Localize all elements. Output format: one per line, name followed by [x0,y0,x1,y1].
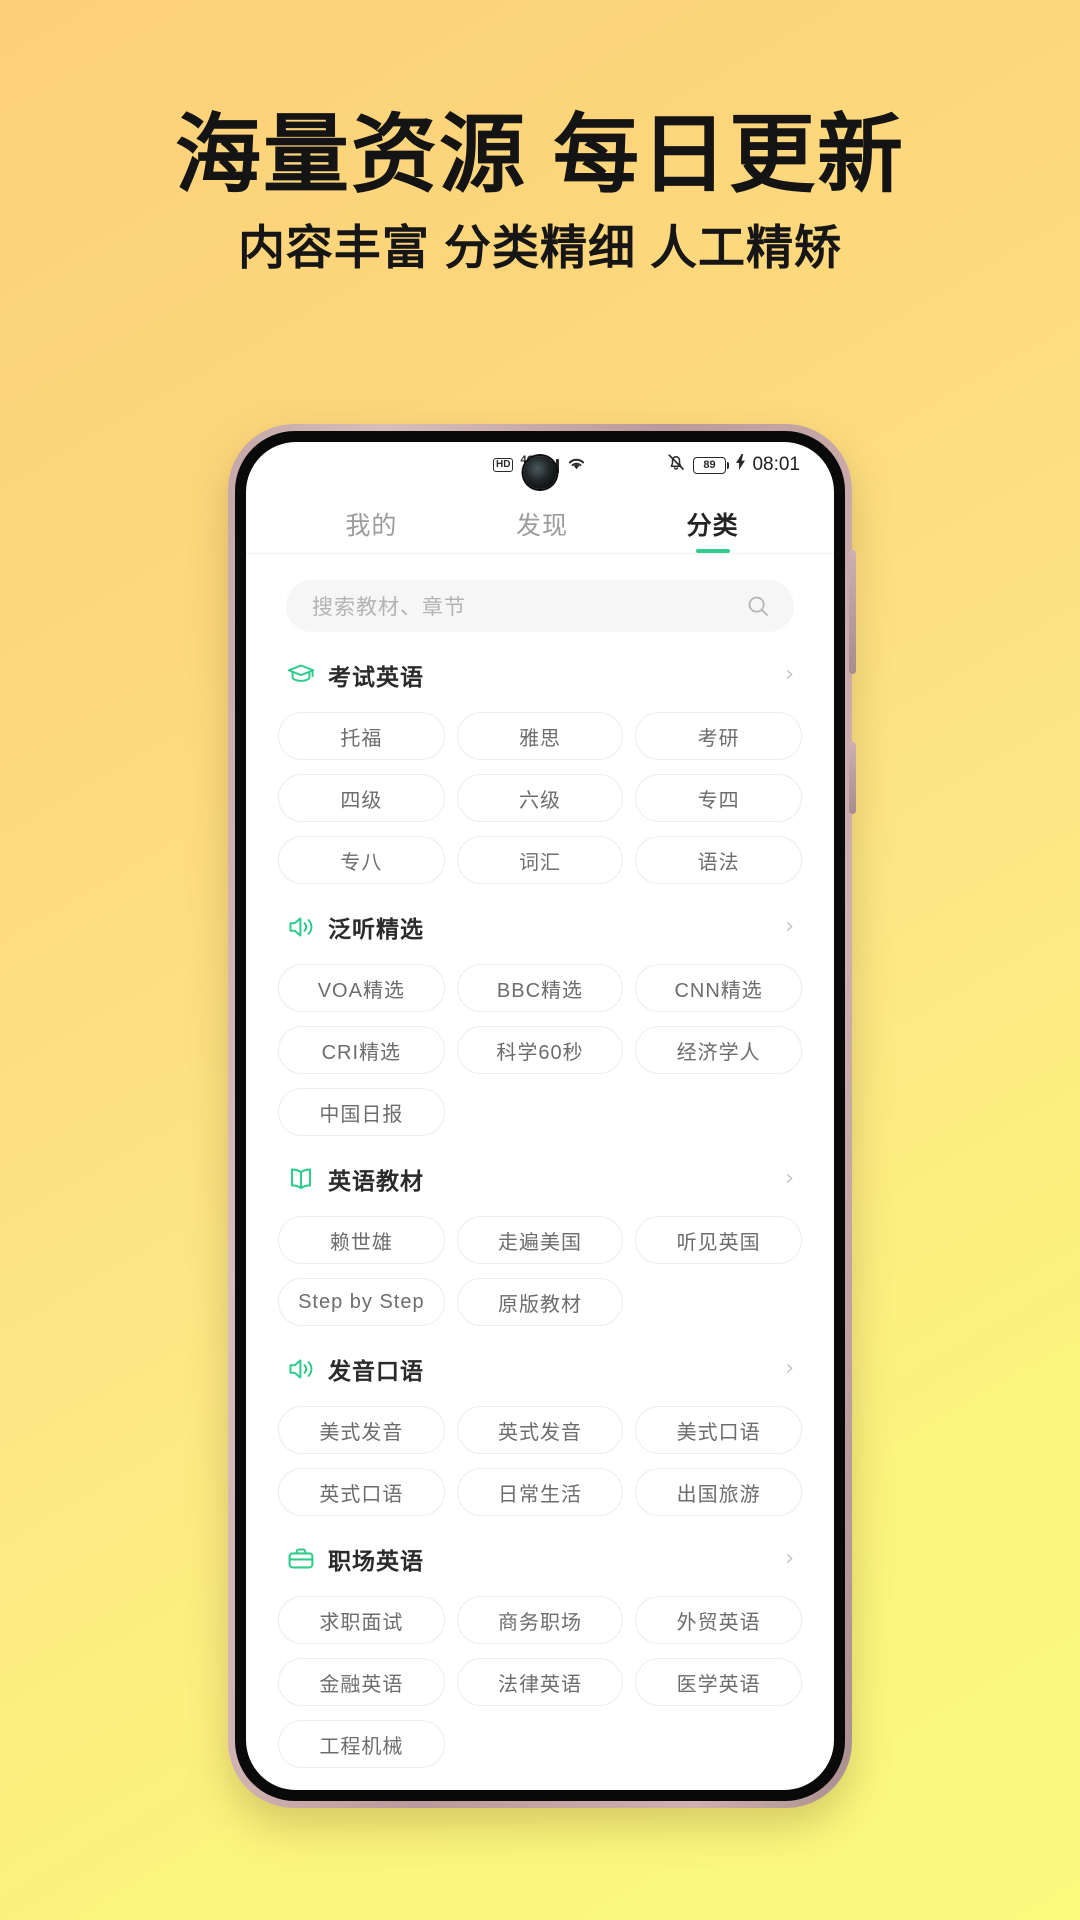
search-bar[interactable]: 搜索教材、章节 [286,580,794,632]
chevron-right-icon[interactable]: › [785,1168,794,1190]
category-chip[interactable]: 赖世雄 [278,1216,445,1264]
category-chip[interactable]: 中国日报 [278,1088,445,1136]
chip-grid: VOA精选 BBC精选 CNN精选 CRI精选 科学60秒 经济学人中国日报 [278,964,802,1136]
hd-icon: HD [493,458,514,472]
speaker-icon [286,1354,316,1384]
phone-screen: HD 4G [246,442,834,1790]
battery-icon: 89 [692,456,730,474]
status-bar-right: 89 08:01 [666,452,800,478]
category-chip[interactable]: Step by Step [278,1278,445,1326]
top-tab-bar: 我的 发现 分类 [246,488,834,554]
search-input-placeholder[interactable]: 搜索教材、章节 [312,591,746,621]
category-chip[interactable]: 工程机械 [278,1720,445,1768]
tab-category-label: 分类 [686,512,739,540]
category-section: 泛听精选 › VOA精选 BBC精选 CNN精选 CRI精选 科学60秒 经济学人中国日报 [278,908,802,1136]
chip-grid: 美式发音 英式发音 美式口语英式口语 日常生活 出国旅游 [278,1406,802,1516]
chip-grid: 求职面试 商务职场 外贸英语金融英语 法律英语 医学英语工程机械 [278,1596,802,1768]
status-bar: HD 4G [246,442,834,489]
tab-category[interactable]: 分类 [627,506,798,553]
category-chip[interactable]: 走遍美国 [456,1216,624,1264]
category-chip[interactable]: 医学英语 [635,1658,802,1706]
chevron-right-icon[interactable]: › [785,1358,794,1380]
category-scroll-area[interactable]: 搜索教材、章节 考试英语 › 托福 雅思 考研四级 六级 专四专八 词汇 语法泛听精选 › VOA精… [246,554,834,1790]
category-chip[interactable]: BBC精选 [456,964,624,1012]
category-sections: 考试英语 › 托福 雅思 考研四级 六级 专四专八 词汇 语法泛听精选 › VOA精选 BBC精选 CN… [278,656,802,1790]
category-chip[interactable]: 听见英国 [635,1216,802,1264]
section-header[interactable]: 考试英语 › [278,656,802,694]
category-chip[interactable]: 专八 [278,836,445,884]
category-chip[interactable]: 雅思 [456,712,624,760]
battery-level: 89 [692,456,726,474]
promo-banner: 海量资源 每日更新 内容丰富 分类精细 人工精矫 [0,0,1080,271]
book-icon [286,1164,316,1194]
section-title: 职场英语 [328,1548,424,1574]
category-chip[interactable]: CRI精选 [278,1026,445,1074]
tab-mine-label: 我的 [345,512,398,540]
section-header[interactable]: 职场英语 › [278,1540,802,1578]
volume-button[interactable] [849,550,856,674]
category-chip[interactable]: 美式口语 [635,1406,802,1454]
category-chip[interactable]: 科学60秒 [456,1026,624,1074]
chevron-right-icon[interactable]: › [785,1548,794,1570]
category-chip[interactable]: 日常生活 [456,1468,624,1516]
category-chip[interactable]: 原版教材 [456,1278,624,1326]
category-section: 考试英语 › 托福 雅思 考研四级 六级 专四专八 词汇 语法 [278,656,802,884]
section-header[interactable]: 发音口语 › [278,1350,802,1388]
mute-bell-icon [666,452,686,478]
front-camera [523,456,557,489]
clock-time: 08:01 [752,454,800,475]
category-chip[interactable]: 专四 [635,774,802,822]
graduation-cap-icon [286,660,316,690]
category-chip[interactable]: 法律英语 [456,1658,624,1706]
section-title: 泛听精选 [328,916,424,942]
category-chip[interactable]: 经济学人 [635,1026,802,1074]
search-icon[interactable] [746,594,770,618]
chevron-right-icon[interactable]: › [785,664,794,686]
power-button[interactable] [849,742,856,814]
chip-grid: 赖世雄 走遍美国 听见英国 Step by Step 原版教材 [278,1216,802,1326]
phone-mockup: HD 4G [228,424,856,1808]
tab-mine[interactable]: 我的 [286,506,457,553]
category-chip[interactable]: 语法 [635,836,802,884]
category-chip[interactable]: 英式口语 [278,1468,445,1516]
category-chip[interactable]: VOA精选 [278,964,445,1012]
promo-title: 海量资源 每日更新 [175,107,905,203]
section-title: 发音口语 [328,1358,424,1384]
category-chip[interactable]: 托福 [278,712,445,760]
charging-bolt-icon [736,454,746,476]
category-chip[interactable]: 美式发音 [278,1406,445,1454]
category-chip[interactable]: 英式发音 [456,1406,624,1454]
speaker-icon [286,912,316,942]
section-title: 考试英语 [328,664,424,690]
promo-subtitle: 内容丰富 分类精细 人工精矫 [237,221,843,274]
tab-discover-label: 发现 [516,512,569,540]
briefcase-icon [286,1544,316,1574]
battery-tip [726,461,730,469]
category-chip[interactable]: 六级 [456,774,624,822]
category-section: 职场英语 › 求职面试 商务职场 外贸英语金融英语 法律英语 医学英语工程机械 [278,1540,802,1768]
section-header[interactable]: 泛听精选 › [278,908,802,946]
category-chip[interactable]: 词汇 [456,836,624,884]
category-section: 发音口语 › 美式发音 英式发音 美式口语英式口语 日常生活 出国旅游 [278,1350,802,1516]
category-chip[interactable]: 求职面试 [278,1596,445,1644]
tab-discover[interactable]: 发现 [457,506,628,553]
category-section: 英语教材 › 赖世雄 走遍美国 听见英国 Step by Step 原版教材 [278,1160,802,1326]
section-title: 英语教材 [328,1168,424,1194]
category-chip[interactable]: CNN精选 [635,964,802,1012]
category-chip[interactable]: 考研 [635,712,802,760]
chip-grid: 托福 雅思 考研四级 六级 专四专八 词汇 语法 [278,712,802,884]
chevron-right-icon[interactable]: › [785,916,794,938]
section-header[interactable]: 英语教材 › [278,1160,802,1198]
category-chip[interactable]: 商务职场 [456,1596,624,1644]
category-chip[interactable]: 外贸英语 [635,1596,802,1644]
category-chip[interactable]: 四级 [278,774,445,822]
category-chip[interactable]: 金融英语 [278,1658,445,1706]
category-chip[interactable]: 出国旅游 [635,1468,802,1516]
phone-bezel: HD 4G [235,431,845,1801]
tab-active-indicator [695,549,730,553]
wifi-icon [566,455,587,476]
